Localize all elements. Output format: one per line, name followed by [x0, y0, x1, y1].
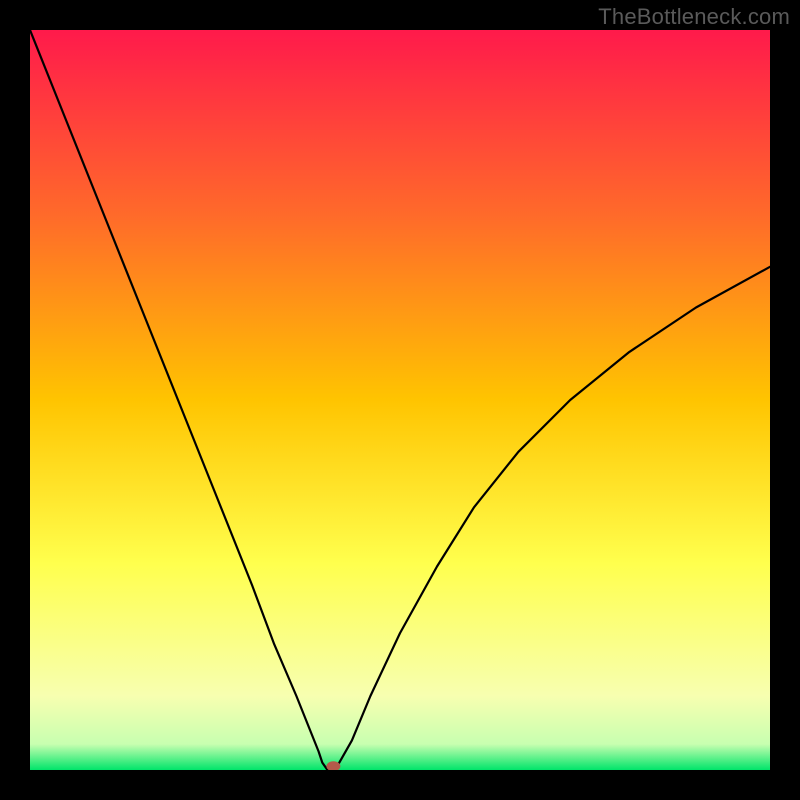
gradient-background: [30, 30, 770, 770]
chart-canvas: [30, 30, 770, 770]
plot-area: [30, 30, 770, 770]
chart-frame: TheBottleneck.com: [0, 0, 800, 800]
watermark-label: TheBottleneck.com: [598, 4, 790, 30]
